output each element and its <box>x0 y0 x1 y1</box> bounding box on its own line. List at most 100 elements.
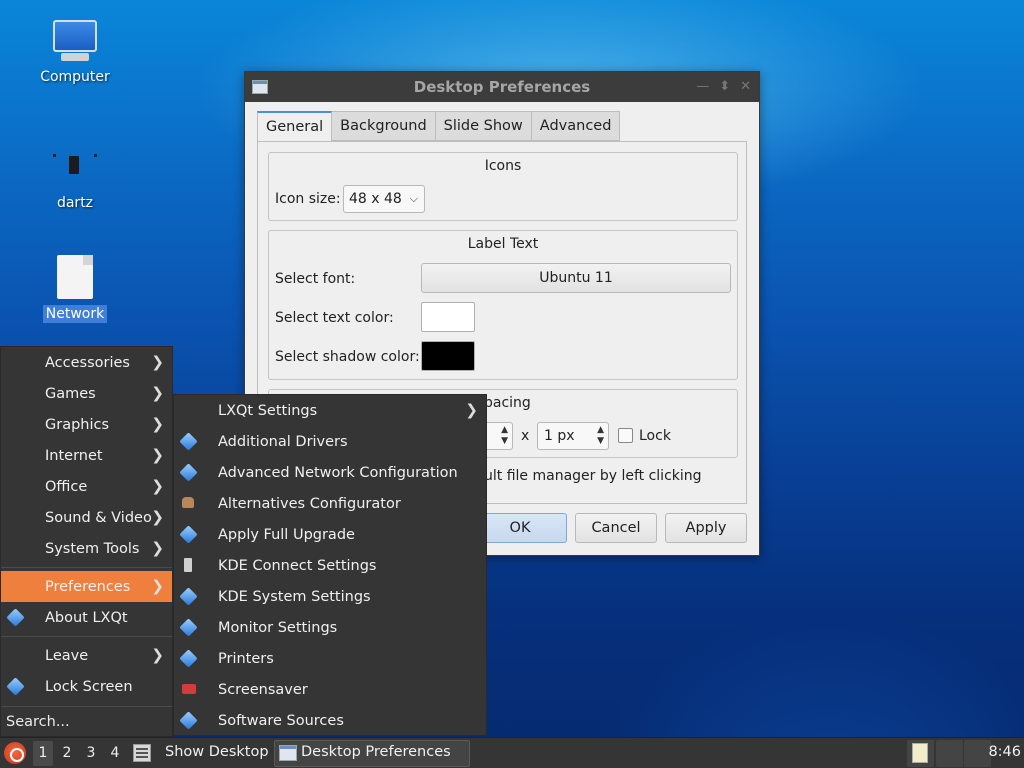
spin-arrows-icon[interactable]: ▲ ▼ <box>501 425 508 447</box>
icon-size-select[interactable]: 48 x 48 ⌵ <box>343 185 425 213</box>
menu-item-lock-screen[interactable]: Lock Screen <box>1 671 172 702</box>
workspace-button-3[interactable]: 3 <box>81 741 101 766</box>
menu-item-label: Software Sources <box>218 712 344 729</box>
menu-item-label: About LXQt <box>45 609 128 626</box>
menu-item-internet[interactable]: Internet ❯ <box>1 440 172 471</box>
menu-item-leave[interactable]: Leave ❯ <box>1 640 172 671</box>
apply-button[interactable]: Apply <box>665 513 747 543</box>
show-desktop-button[interactable]: Show Desktop <box>165 744 269 760</box>
submenu-item-alternatives-configurator[interactable]: Alternatives Configurator <box>174 488 486 519</box>
chevron-right-icon: ❯ <box>151 446 164 464</box>
spacing-group-title: pacing <box>484 395 531 411</box>
menu-item-label: Advanced Network Configuration <box>218 464 458 481</box>
menu-item-label: Graphics <box>45 416 110 433</box>
workspace-button-1[interactable]: 1 <box>33 741 53 766</box>
spacing-height-spinbox[interactable]: 1 px ▲ ▼ <box>537 422 609 450</box>
desktop-icon-label: Computer <box>40 69 110 85</box>
screensaver-icon <box>182 684 196 694</box>
menu-item-label: Leave <box>45 647 89 664</box>
maximize-icon[interactable]: ⬍ <box>719 79 730 94</box>
menu-item-label: Additional Drivers <box>218 433 348 450</box>
desktop-icon-dartz[interactable]: dartz <box>25 150 125 212</box>
main-menu-button[interactable] <box>4 742 26 764</box>
phone-icon <box>184 558 192 572</box>
menu-item-graphics[interactable]: Graphics ❯ <box>1 409 172 440</box>
tray-slot[interactable] <box>936 740 963 767</box>
spin-arrows-icon[interactable]: ▲ ▼ <box>597 425 604 447</box>
menu-item-sound-video[interactable]: Sound & Video ❯ <box>1 502 172 533</box>
lock-label: Lock <box>639 428 671 444</box>
submenu-item-printers[interactable]: Printers <box>174 643 486 674</box>
menu-item-office[interactable]: Office ❯ <box>1 471 172 502</box>
clipboard-icon[interactable] <box>912 743 928 763</box>
workspace-button-4[interactable]: 4 <box>105 741 125 766</box>
window-app-icon <box>279 745 297 761</box>
ok-button[interactable]: OK <box>473 513 567 543</box>
submenu-item-additional-drivers[interactable]: Additional Drivers <box>174 426 486 457</box>
menu-item-label: KDE System Settings <box>218 588 371 605</box>
taskbar: 1 2 3 4 Show Desktop Desktop Preferences… <box>0 737 1024 768</box>
chevron-right-icon: ❯ <box>151 508 164 526</box>
close-icon[interactable]: ✕ <box>740 79 751 94</box>
menu-search-input[interactable]: Search... <box>1 706 172 737</box>
icons-group-title: Icons <box>484 158 522 174</box>
lxqt-icon <box>6 608 25 627</box>
tab-slide-show[interactable]: Slide Show <box>435 111 532 141</box>
text-color-label: Select text color: <box>275 310 394 326</box>
menu-item-about-lxqt[interactable]: About LXQt <box>1 602 172 633</box>
submenu-item-advanced-network-configuration[interactable]: Advanced Network Configuration <box>174 457 486 488</box>
chevron-right-icon: ❯ <box>151 477 164 495</box>
chevron-down-icon: ⌵ <box>409 192 418 205</box>
desktop-icon-label: dartz <box>56 195 94 211</box>
submenu-item-lxqt-settings[interactable]: LXQt Settings ❯ <box>174 395 486 426</box>
tab-general[interactable]: General <box>257 111 333 142</box>
show-desktop-icon[interactable] <box>133 744 151 762</box>
tab-bar: General Background Slide Show Advanced <box>257 111 621 142</box>
label-text-group: Label Text Select font: Ubuntu 11 Select… <box>268 230 738 380</box>
desktop-icon-network[interactable]: Network <box>25 255 125 323</box>
chevron-right-icon: ❯ <box>151 415 164 433</box>
dialog-titlebar[interactable]: Desktop Preferences — ⬍ ✕ <box>245 72 759 102</box>
submenu-item-screensaver[interactable]: Screensaver <box>174 674 486 705</box>
upgrade-icon <box>179 525 198 544</box>
clock[interactable]: 8:46 <box>988 744 1021 760</box>
menu-item-games[interactable]: Games ❯ <box>1 378 172 409</box>
menu-item-label: Printers <box>218 650 274 667</box>
submenu-item-monitor-settings[interactable]: Monitor Settings <box>174 612 486 643</box>
shadow-color-button[interactable] <box>421 341 475 371</box>
menu-separator <box>1 567 172 568</box>
preferences-submenu: LXQt Settings ❯ Additional Drivers Advanc… <box>173 394 487 736</box>
menu-item-label: Preferences <box>45 578 131 595</box>
file-icon <box>57 255 93 299</box>
desktop-icon-label: Network <box>42 305 108 323</box>
minimize-icon[interactable]: — <box>696 79 709 94</box>
workspace-button-2[interactable]: 2 <box>57 741 77 766</box>
submenu-item-apply-full-upgrade[interactable]: Apply Full Upgrade <box>174 519 486 550</box>
cancel-button[interactable]: Cancel <box>575 513 657 543</box>
dialog-title: Desktop Preferences <box>413 78 591 96</box>
text-color-button[interactable] <box>421 302 475 332</box>
computer-icon <box>53 20 97 64</box>
menu-item-label: Sound & Video <box>45 509 152 526</box>
chevron-right-icon: ❯ <box>151 384 164 402</box>
desktop-icon-computer[interactable]: Computer <box>25 20 125 86</box>
menu-item-label: Lock Screen <box>45 678 133 695</box>
network-config-icon <box>179 463 198 482</box>
tab-advanced[interactable]: Advanced <box>531 111 621 141</box>
tab-background[interactable]: Background <box>332 111 436 141</box>
menu-item-accessories[interactable]: Accessories ❯ <box>1 347 172 378</box>
submenu-item-software-sources[interactable]: Software Sources <box>174 705 486 736</box>
tray-slot[interactable] <box>964 740 991 767</box>
menu-item-preferences[interactable]: Preferences ❯ <box>1 571 172 602</box>
lock-checkbox[interactable] <box>618 428 633 443</box>
lxqt-icon <box>6 677 25 696</box>
submenu-item-kde-system-settings[interactable]: KDE System Settings <box>174 581 486 612</box>
menu-item-label: Games <box>45 385 96 402</box>
menu-item-system-tools[interactable]: System Tools ❯ <box>1 533 172 564</box>
menu-item-label: Screensaver <box>218 681 308 698</box>
icons-group: Icons Icon size: 48 x 48 ⌵ <box>268 152 738 221</box>
select-font-button[interactable]: Ubuntu 11 <box>421 263 731 293</box>
submenu-item-kde-connect-settings[interactable]: KDE Connect Settings <box>174 550 486 581</box>
monitor-settings-icon <box>179 618 198 637</box>
shadow-color-label: Select shadow color: <box>275 349 420 365</box>
